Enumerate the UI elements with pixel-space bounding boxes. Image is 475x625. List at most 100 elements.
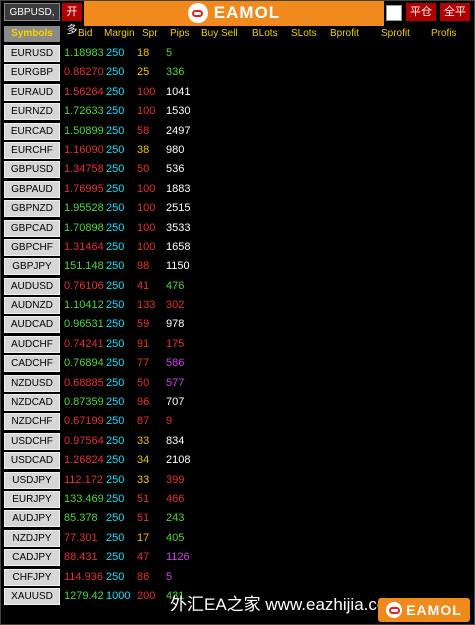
watermark-text: 外汇EA之家 www.eazhijia.com [170,595,401,614]
bid-value: 1279.42 [64,589,104,602]
symbol-button[interactable]: EURCHF [4,141,60,159]
option-checkbox[interactable] [386,5,402,21]
spread-value: 133 [137,299,156,312]
pips-value: 5 [166,47,173,59]
symbol-button[interactable]: AUDCAD [4,316,60,334]
symbol-button[interactable]: USDCHF [4,432,60,450]
pips-value: 586 [166,357,185,370]
table-row: GBPJPY 151.148 250 98 1150 [0,257,475,276]
symbol-button[interactable]: AUDJPY [4,510,60,528]
top-toolbar: GBPUSD, 开多 EAMOL 平仓 全平 [0,0,475,36]
symbol-selector[interactable]: GBPUSD, [4,3,60,21]
symbol-button[interactable]: EURGBP [4,64,60,82]
table-row: AUDCAD 0.96531 250 59 978 [0,315,475,334]
header-sprofit: Sprofit [381,28,410,39]
symbol-button[interactable]: EURJPY [4,490,60,508]
margin-value: 250 [106,260,125,273]
bid-value: 0.96531 [64,318,104,331]
eamol-logo-banner: EAMOL [84,0,384,26]
margin-value: 1000 [106,589,131,602]
header-profis: Profis [431,28,457,39]
symbol-button[interactable]: NZDJPY [4,529,60,547]
table-row: CADJPY 88.431 250 47 1126 [0,548,475,567]
pips-value: 1658 [166,240,191,253]
table-row: NZDJPY 77.301 250 17 405 [0,529,475,548]
header-margin: Margin [104,28,135,39]
table-row: AUDNZD 1.10412 250 133 302 [0,296,475,315]
table-row: AUDCHF 0.74241 250 91 175 [0,335,475,354]
pips-value: 577 [166,376,185,389]
pips-value: 978 [166,318,185,331]
symbol-button[interactable]: CADJPY [4,549,60,567]
pips-value: 336 [166,66,185,79]
table-header: Symbols Bid Margin Spr Pips Buy Sell BLo… [0,26,475,42]
margin-value: 250 [106,473,125,486]
spread-value: 18 [137,47,150,59]
table-row: AUDJPY 85.378 250 51 243 [0,509,475,528]
margin-value: 250 [106,570,125,583]
margin-value: 250 [106,299,125,312]
pips-value: 834 [166,434,185,447]
bid-value: 1.72633 [64,105,104,118]
symbol-button[interactable]: AUDNZD [4,297,60,315]
symbol-button[interactable]: USDCAD [4,452,60,470]
bid-value: 0.76894 [64,357,104,370]
symbol-button[interactable]: USDJPY [4,471,60,489]
symbol-button[interactable]: EURAUD [4,83,60,101]
spread-value: 100 [137,240,156,253]
table-row: GBPNZD 1.95528 250 100 2515 [0,199,475,218]
table-row: GBPCAD 1.70898 250 100 3533 [0,219,475,238]
margin-value: 250 [106,434,125,447]
symbol-button[interactable]: NZDCHF [4,413,60,431]
close-all-button[interactable]: 全平 [440,3,470,21]
bid-value: 1.76995 [64,182,104,195]
symbol-button[interactable]: AUDUSD [4,277,60,295]
symbol-button[interactable]: NZDCAD [4,394,60,412]
symbol-button[interactable]: EURNZD [4,103,60,121]
symbol-button[interactable]: GBPAUD [4,180,60,198]
spread-value: 17 [137,531,150,544]
table-row: CHFJPY 114.936 250 86 5 [0,568,475,587]
margin-value: 250 [106,143,125,156]
spread-value: 100 [137,221,156,234]
bid-value: 1.70898 [64,221,104,234]
symbol-button[interactable]: GBPCAD [4,219,60,237]
spread-value: 34 [137,454,150,467]
margin-value: 250 [106,240,125,253]
margin-value: 250 [106,337,125,350]
symbol-button[interactable]: GBPJPY [4,258,60,276]
pips-value: 707 [166,396,185,409]
bid-value: 1.10412 [64,299,104,312]
bid-value: 151.148 [64,260,104,273]
header-symbols[interactable]: Symbols [4,26,60,42]
symbol-button[interactable]: XAUUSD [4,587,60,605]
table-row: GBPCHF 1.31464 250 100 1658 [0,238,475,257]
bid-value: 112.172 [64,473,103,486]
pips-value: 302 [166,299,185,312]
pips-value: 980 [166,143,185,156]
pips-value: 2108 [166,454,191,467]
open-position-button[interactable]: 开多 [62,3,82,36]
margin-value: 250 [106,221,125,234]
bid-value: 0.74241 [64,337,104,350]
table-row: EURAUD 1.56264 250 100 1041 [0,83,475,102]
spread-value: 100 [137,85,156,98]
symbol-button[interactable]: NZDUSD [4,374,60,392]
symbol-button[interactable]: CHFJPY [4,568,60,586]
symbol-button[interactable]: GBPNZD [4,200,60,218]
bid-value: 88.431 [64,551,98,564]
symbol-button[interactable]: GBPCHF [4,238,60,256]
symbol-button[interactable]: CADCHF [4,355,60,373]
close-position-button[interactable]: 平仓 [406,3,436,21]
symbol-button[interactable]: AUDCHF [4,335,60,353]
margin-value: 250 [106,357,125,370]
spread-value: 41 [137,279,150,292]
pips-value: 2497 [166,124,191,137]
margin-value: 250 [106,279,125,292]
spread-value: 25 [137,66,150,79]
spread-value: 33 [137,473,150,486]
pips-value: 1126 [166,551,190,564]
symbol-button[interactable]: GBPUSD [4,161,60,179]
symbol-button[interactable]: EURUSD [4,45,60,62]
symbol-button[interactable]: EURCAD [4,122,60,140]
